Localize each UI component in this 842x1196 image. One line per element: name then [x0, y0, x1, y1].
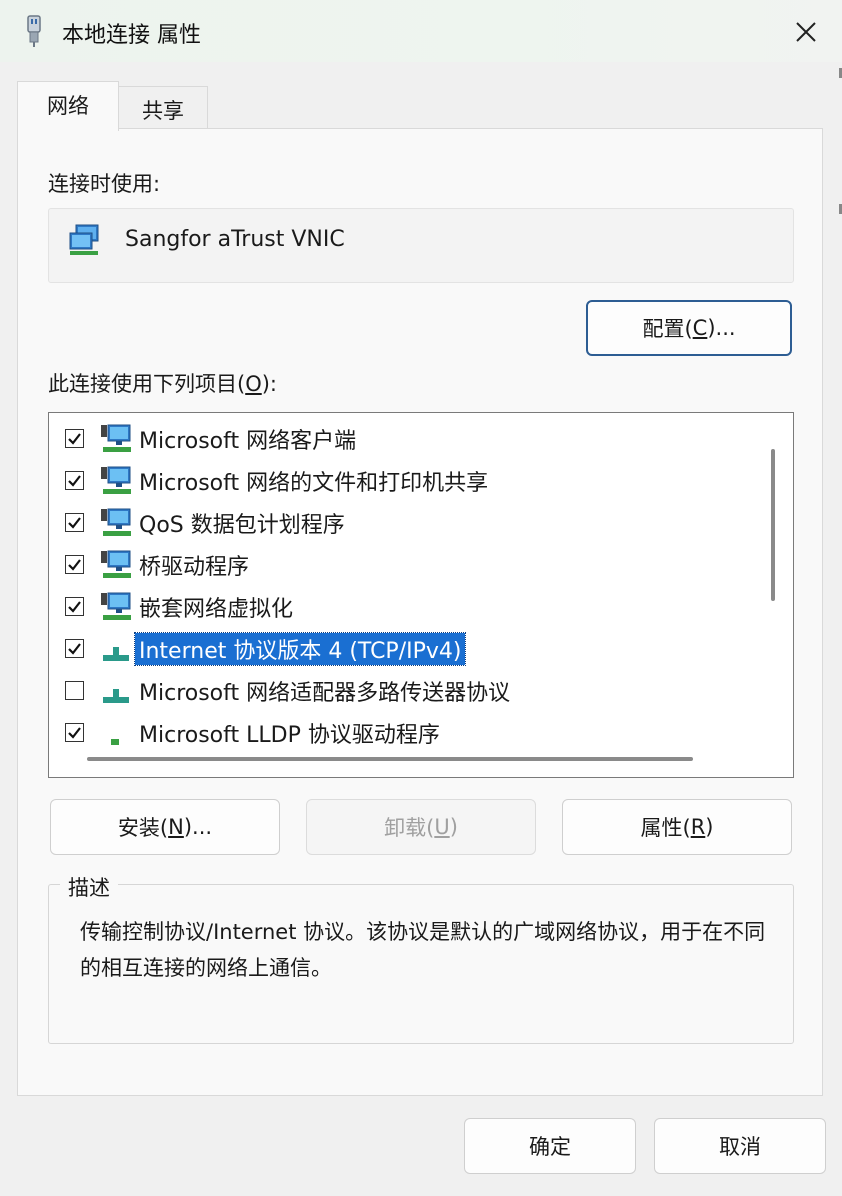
- item-checkbox[interactable]: [65, 723, 84, 742]
- properties-button-suffix: ): [705, 815, 714, 839]
- install-button-label: 安装(: [117, 816, 169, 840]
- items-label-key: O: [245, 372, 262, 396]
- install-button-suffix: )...: [183, 815, 213, 839]
- protocol-icon: [99, 633, 133, 670]
- item-label: 桥驱动程序: [139, 555, 250, 580]
- adapter-name: Sangfor aTrust VNIC: [125, 227, 345, 252]
- item-label: 嵌套网络虚拟化: [139, 597, 294, 622]
- checkmark-icon: [68, 727, 81, 739]
- properties-button[interactable]: 属性(R): [562, 799, 792, 855]
- install-button-key: N: [168, 815, 184, 839]
- horizontal-scrollbar[interactable]: [87, 757, 693, 761]
- list-item[interactable]: Microsoft LLDP 协议驱动程序: [49, 711, 759, 753]
- connect-using-label: 连接时使用:: [48, 172, 161, 196]
- list-item[interactable]: 嵌套网络虚拟化: [49, 585, 759, 627]
- item-label: Microsoft 网络客户端: [139, 429, 357, 454]
- window-title: 本地连接 属性: [62, 23, 201, 48]
- item-checkbox[interactable]: [65, 597, 84, 616]
- list-item[interactable]: QoS 数据包计划程序: [49, 501, 759, 543]
- checkmark-icon: [68, 559, 81, 571]
- checkmark-icon: [68, 433, 81, 445]
- checkmark-icon: [68, 517, 81, 529]
- uninstall-button[interactable]: 卸载(U): [306, 799, 536, 855]
- properties-button-label: 属性(: [640, 816, 691, 840]
- cancel-button[interactable]: 取消: [654, 1118, 826, 1174]
- network-adapter-icon: [69, 224, 99, 255]
- install-button[interactable]: 安装(N)...: [50, 799, 280, 855]
- title-bar: 本地连接 属性: [0, 0, 842, 62]
- list-item[interactable]: 桥驱动程序: [49, 543, 759, 585]
- item-label: QoS 数据包计划程序: [139, 513, 345, 538]
- item-checkbox[interactable]: [65, 513, 84, 532]
- items-list[interactable]: Microsoft 网络客户端 Microsoft 网络的文件和打印机共享 QoS …: [48, 412, 794, 778]
- item-label: Internet 协议版本 4 (TCP/IPv4): [133, 632, 467, 666]
- uninstall-button-suffix: ): [449, 815, 458, 839]
- configure-button-suffix: )...: [707, 316, 736, 340]
- list-item[interactable]: Internet 协议版本 4 (TCP/IPv4): [49, 627, 759, 669]
- items-label-suffix: ):: [261, 372, 278, 396]
- properties-button-key: R: [690, 815, 706, 839]
- network-client-icon: [99, 465, 133, 502]
- item-checkbox[interactable]: [65, 471, 84, 490]
- uninstall-button-label: 卸载(: [384, 816, 435, 840]
- network-client-icon: [99, 423, 133, 460]
- configure-button-label: 配置(: [642, 317, 693, 341]
- list-item[interactable]: Microsoft 网络的文件和打印机共享: [49, 459, 759, 501]
- configure-button[interactable]: 配置(C)...: [586, 300, 792, 356]
- uninstall-button-key: U: [434, 815, 450, 839]
- list-item[interactable]: Microsoft 网络客户端: [49, 417, 759, 459]
- items-label-text: 此连接使用下列项目(: [48, 372, 246, 396]
- network-client-icon: [99, 507, 133, 544]
- protocol-icon: [99, 717, 133, 754]
- checkmark-icon: [68, 475, 81, 487]
- network-properties-icon: [27, 15, 41, 47]
- item-label: Microsoft LLDP 协议驱动程序: [139, 723, 440, 748]
- tab-sharing[interactable]: 共享: [118, 86, 208, 132]
- network-client-icon: [99, 591, 133, 628]
- description-text: 传输控制协议/Internet 协议。该协议是默认的广域网络协议，用于在不同的相…: [80, 920, 766, 980]
- item-label: Microsoft 网络的文件和打印机共享: [139, 471, 489, 496]
- configure-button-key: C: [692, 316, 708, 340]
- tab-network[interactable]: 网络: [17, 81, 119, 131]
- close-icon: [796, 22, 816, 42]
- items-label: 此连接使用下列项目(O):: [48, 368, 277, 398]
- item-checkbox[interactable]: [65, 681, 84, 700]
- list-item[interactable]: Microsoft 网络适配器多路传送器协议: [49, 669, 759, 711]
- item-label: Microsoft 网络适配器多路传送器协议: [139, 681, 511, 706]
- protocol-icon: [99, 675, 133, 712]
- item-checkbox[interactable]: [65, 639, 84, 658]
- description-title: 描述: [60, 872, 118, 902]
- ok-button[interactable]: 确定: [464, 1118, 636, 1174]
- window-edge: [836, 62, 842, 262]
- item-checkbox[interactable]: [65, 555, 84, 574]
- adapter-box: Sangfor aTrust VNIC: [48, 208, 794, 283]
- close-button[interactable]: [784, 12, 828, 52]
- item-checkbox[interactable]: [65, 429, 84, 448]
- vertical-scrollbar[interactable]: [771, 449, 775, 601]
- network-client-icon: [99, 549, 133, 586]
- checkmark-icon: [68, 643, 81, 655]
- checkmark-icon: [68, 601, 81, 613]
